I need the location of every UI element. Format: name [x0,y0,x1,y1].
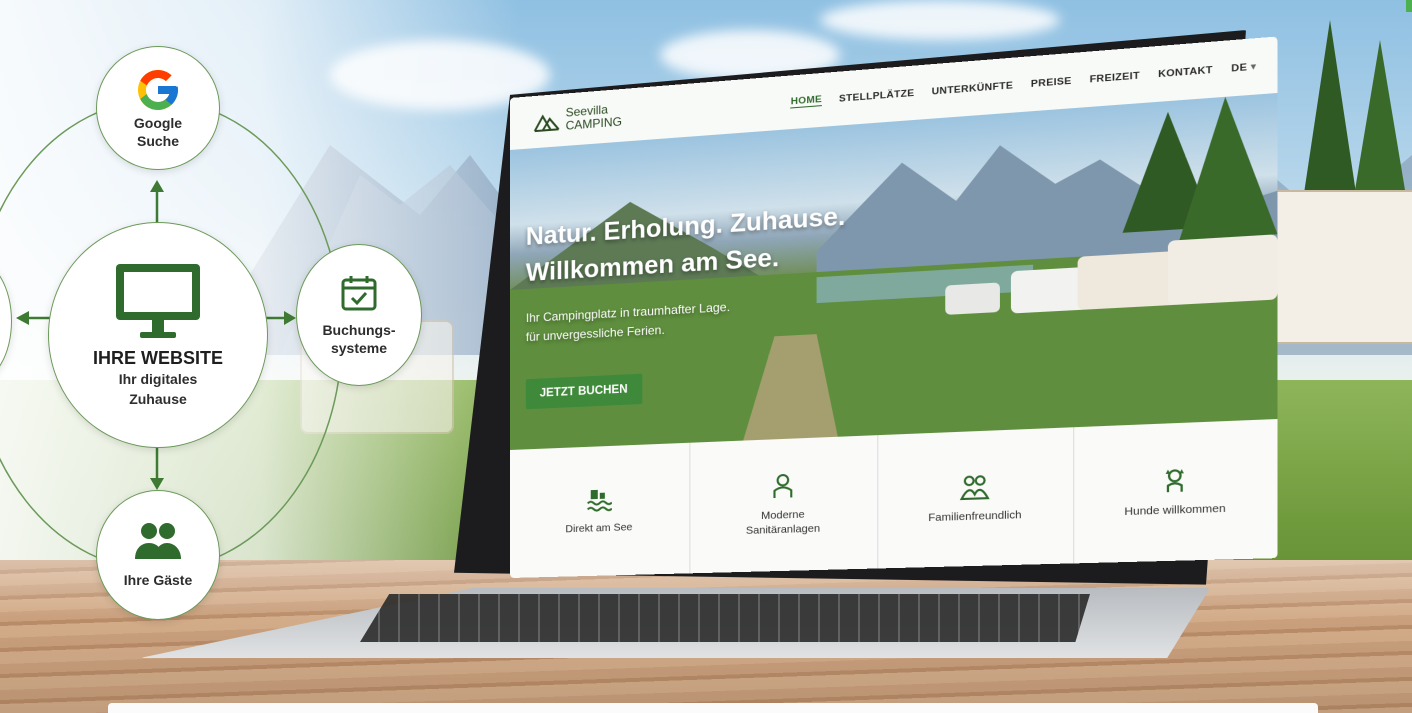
corner-accent [1406,0,1412,12]
feature-dogs-label: Hunde willkommen [1124,501,1225,519]
hero-text: Natur. Erholung. Zuhause. Willkommen am … [526,198,846,347]
language-code: DE [1231,61,1247,74]
website-center-node[interactable]: IHRE WEBSITE Ihr digitales Zuhause [48,222,268,448]
feature-sanitary-line2: Sanitäranlagen [746,521,820,538]
tent-logo-icon [534,110,560,132]
cloud [820,0,1060,40]
booking-systems-node[interactable]: Buchungs- systeme [296,244,422,386]
people-icon [133,521,183,561]
google-label-line1: Google [134,114,182,132]
bottom-strip [108,703,1318,713]
feature-dogs[interactable]: Hunde willkommen [1074,419,1277,563]
booking-label-line2: systeme [331,339,387,357]
website-title: IHRE WEBSITE [93,348,223,369]
feature-lake[interactable]: Direkt am See [510,443,690,578]
calendar-check-icon [339,273,379,313]
book-now-button[interactable]: JETZT BUCHEN [526,374,642,410]
laptop-screen: Seevilla CAMPING HOME STELLPLÄTZE UNTERK… [510,36,1278,578]
google-search-node[interactable]: Google Suche [96,46,220,170]
logo-line2: CAMPING [566,115,622,132]
site-logo[interactable]: Seevilla CAMPING [534,102,622,135]
lake-icon [586,486,612,513]
cloud [660,30,840,80]
feature-lake-label: Direkt am See [565,520,632,536]
feature-family-label: Familienfreundlich [928,508,1021,526]
nav-kontakt[interactable]: KONTAKT [1158,64,1213,80]
sanitary-icon [769,472,796,500]
hero-section: Natur. Erholung. Zuhause. Willkommen am … [510,93,1278,450]
monitor-icon [114,262,202,342]
booking-label-line1: Buchungs- [322,321,395,339]
feature-sanitary-line1: Moderne [761,507,805,523]
language-selector[interactable]: DE ▾ [1231,60,1256,74]
guests-node[interactable]: Ihre Gäste [96,490,220,620]
dog-icon [1160,466,1190,495]
nav-stellplaetze[interactable]: STELLPLÄTZE [839,87,914,104]
nav-freizeit[interactable]: FREIZEIT [1090,69,1140,85]
feature-family[interactable]: Familienfreundlich [878,427,1074,568]
nav-preise[interactable]: PREISE [1031,75,1072,90]
website-subtitle-line1: Ihr digitales [119,369,198,389]
family-icon [959,473,990,501]
website-ecosystem-diagram: Google Suche IHRE WEBSITE Ihr digitales … [0,0,470,640]
nav-unterkuenfte[interactable]: UNTERKÜNFTE [932,79,1014,97]
guests-label: Ihre Gäste [124,571,192,589]
nav-home[interactable]: HOME [791,94,822,109]
feature-sanitary[interactable]: Moderne Sanitäranlagen [690,435,878,573]
google-g-icon [134,66,182,114]
google-label-line2: Suche [137,132,179,150]
website-subtitle-line2: Zuhause [129,389,187,409]
